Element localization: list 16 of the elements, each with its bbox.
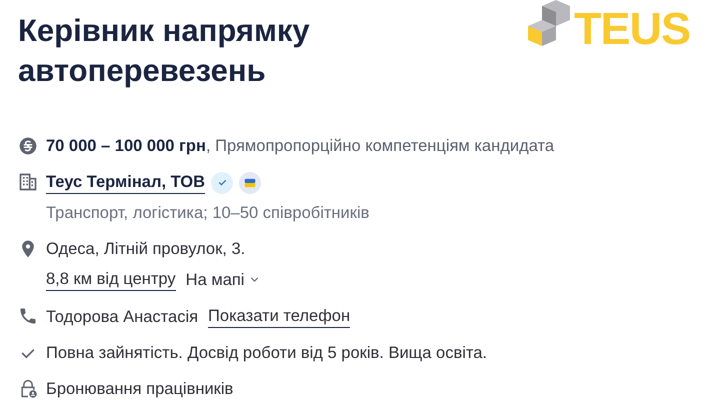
- phone-icon: [18, 306, 38, 326]
- address-text: Одеса, Літній провулок, 3.: [46, 239, 246, 260]
- logo-text: TEUS: [574, 6, 690, 52]
- map-toggle[interactable]: На мапі: [186, 268, 262, 290]
- company-link[interactable]: Теус Термінал, ТОВ: [46, 171, 206, 194]
- show-phone-link[interactable]: Показати телефон: [208, 305, 350, 328]
- job-title: Керівник напрямку автоперевезень: [18, 12, 311, 90]
- requirements-text: Повна зайнятість. Досвід роботи від 5 років. Вища освіта.: [46, 343, 488, 364]
- reservation-text: Бронювання працівників: [46, 379, 234, 400]
- company-industry: Транспорт, логістика; 10–50 співробітників: [46, 203, 370, 224]
- salary-note: , Прямопропорційно компетенціям кандидата: [206, 136, 554, 157]
- hryvnia-icon: [18, 136, 38, 156]
- distance-link[interactable]: 8,8 км від центру: [46, 268, 176, 291]
- salary-amount: 70 000 – 100 000 грн: [46, 136, 206, 157]
- contact-name: Тодорова Анастасія: [46, 306, 198, 328]
- building-icon: [18, 172, 38, 192]
